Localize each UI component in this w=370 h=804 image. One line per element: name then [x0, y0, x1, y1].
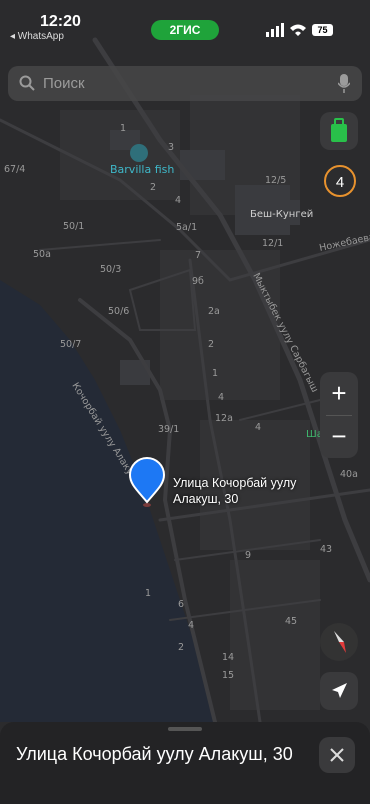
close-sheet-button[interactable]: [319, 737, 355, 773]
sheet-drag-handle[interactable]: [168, 727, 202, 731]
luggage-icon: [331, 118, 347, 142]
zoom-in-button[interactable]: +: [320, 372, 358, 415]
map-canvas[interactable]: Barvilla fish Беш-Кунгей Кочорбай уулу А…: [0, 0, 370, 804]
house-number-label: 9б: [192, 276, 204, 287]
pin-address-label: Улица Кочорбай уулу Алакуш, 30: [173, 476, 297, 506]
house-number-label: 50/7: [60, 339, 81, 350]
close-icon: [330, 748, 344, 762]
search-icon: [19, 75, 35, 91]
house-number-label: 2: [150, 182, 156, 193]
house-number-label: 5a/1: [176, 222, 197, 233]
house-number-label: 45: [285, 616, 297, 627]
house-number-label: 40a: [340, 469, 358, 480]
status-time: 12:20: [40, 13, 81, 30]
house-number-label: 50/6: [108, 306, 129, 317]
status-bar: 12:20 ◂ WhatsApp 2ГИС 75: [0, 0, 370, 44]
wifi-icon: [290, 24, 306, 36]
cellular-signal-icon: [266, 23, 284, 37]
house-number-label: 7: [195, 250, 201, 261]
house-number-label: 12/1: [262, 238, 283, 249]
house-number-label: 15: [222, 670, 234, 681]
house-number-label: 1: [212, 368, 218, 379]
house-number-label: 4: [218, 392, 224, 403]
house-number-label: 50a: [33, 249, 51, 260]
house-number-label: 2: [208, 339, 214, 350]
house-number-label: 4: [255, 422, 261, 433]
fish-restaurant-icon: [130, 144, 148, 162]
house-number-label: 12/5: [265, 175, 286, 186]
house-number-label: 43: [320, 544, 332, 555]
house-number-label: 12a: [215, 413, 233, 424]
search-placeholder: Поиск: [43, 75, 85, 92]
microphone-icon[interactable]: [338, 74, 350, 93]
poi-barvilla-fish: Barvilla fish: [110, 163, 174, 176]
house-number-label: 3: [168, 142, 174, 153]
zoom-control: + −: [320, 372, 358, 458]
house-number-label: 2a: [208, 306, 220, 317]
compass-button[interactable]: [320, 623, 358, 661]
house-number-label: 2: [178, 642, 184, 653]
search-bar[interactable]: Поиск: [8, 66, 362, 101]
house-number-label: 6: [178, 599, 184, 610]
house-number-label: 39/1: [158, 424, 179, 435]
traffic-score-button[interactable]: 4: [324, 165, 356, 197]
house-number-label: 67/4: [4, 164, 25, 175]
house-number-label: 4: [175, 195, 181, 206]
house-number-label: 50/1: [63, 221, 84, 232]
house-number-label: 9: [245, 550, 251, 561]
house-number-label: 1: [120, 123, 126, 134]
zoom-out-button[interactable]: −: [320, 415, 358, 458]
house-number-label: 14: [222, 652, 234, 663]
poi-besh-kungei: Беш-Кунгей: [250, 209, 313, 220]
bottom-sheet[interactable]: Улица Кочорбай уулу Алакуш, 30: [0, 722, 370, 804]
app-indicator-pill[interactable]: 2ГИС: [151, 20, 219, 40]
house-number-label: 1: [145, 588, 151, 599]
my-location-button[interactable]: [320, 672, 358, 710]
battery-icon: 75: [312, 24, 333, 36]
house-number-label: 4: [188, 620, 194, 631]
sheet-address-title: Улица Кочорбай уулу Алакуш, 30: [16, 744, 293, 764]
compass-icon: [334, 631, 346, 653]
house-number-label: 50/3: [100, 264, 121, 275]
location-arrow-icon: [332, 683, 347, 698]
back-to-app-link[interactable]: ◂ WhatsApp: [10, 31, 64, 42]
travel-mode-button[interactable]: [320, 112, 358, 150]
